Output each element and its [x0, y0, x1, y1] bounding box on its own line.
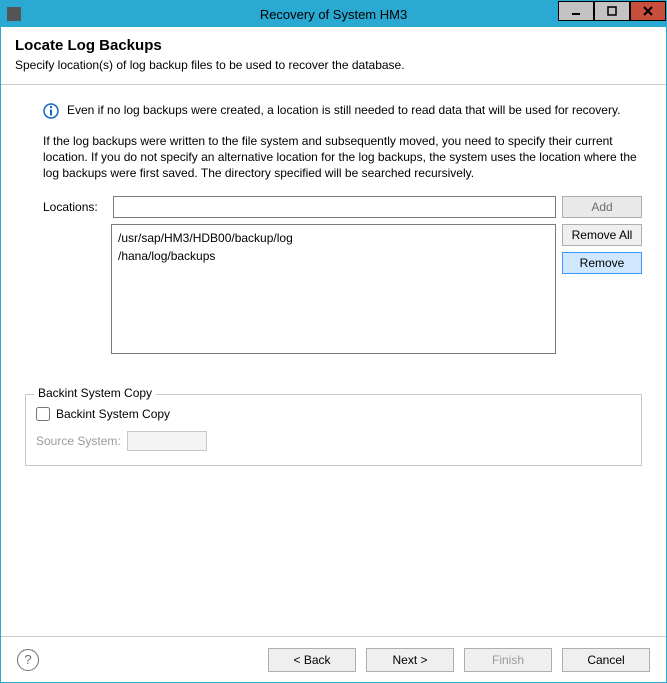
- next-button[interactable]: Next >: [366, 648, 454, 672]
- source-system-label: Source System:: [36, 434, 121, 448]
- titlebar[interactable]: Recovery of System HM3: [1, 1, 666, 27]
- explanation-text: If the log backups were written to the f…: [21, 133, 646, 182]
- minimize-button[interactable]: [558, 1, 594, 21]
- remove-all-button[interactable]: Remove All: [562, 224, 642, 246]
- locations-list-row: /usr/sap/HM3/HDB00/backup/log /hana/log/…: [21, 224, 646, 354]
- backint-legend: Backint System Copy: [34, 386, 156, 400]
- page-subtitle: Specify location(s) of log backup files …: [15, 58, 652, 72]
- app-icon: [7, 7, 21, 21]
- maximize-button[interactable]: [594, 1, 630, 21]
- backint-checkbox[interactable]: [36, 407, 50, 421]
- list-buttons: Remove All Remove: [562, 224, 642, 354]
- add-button[interactable]: Add: [562, 196, 642, 218]
- recovery-wizard-window: Recovery of System HM3 Locate Log Backup…: [0, 0, 667, 683]
- locations-list[interactable]: /usr/sap/HM3/HDB00/backup/log /hana/log/…: [111, 224, 556, 354]
- wizard-footer: ? < Back Next > Finish Cancel: [1, 636, 666, 682]
- locations-row: Locations: Add: [21, 196, 646, 218]
- finish-button: Finish: [464, 648, 552, 672]
- info-message: Even if no log backups were created, a l…: [21, 103, 646, 119]
- backint-checkbox-row: Backint System Copy: [36, 407, 631, 421]
- close-button[interactable]: [630, 1, 666, 21]
- help-icon[interactable]: ?: [17, 649, 39, 671]
- info-icon: [43, 103, 59, 119]
- wizard-body: Even if no log backups were created, a l…: [1, 85, 666, 636]
- remove-button[interactable]: Remove: [562, 252, 642, 274]
- info-text: Even if no log backups were created, a l…: [67, 103, 620, 117]
- page-title: Locate Log Backups: [15, 37, 652, 54]
- wizard-header: Locate Log Backups Specify location(s) o…: [1, 27, 666, 85]
- cancel-button[interactable]: Cancel: [562, 648, 650, 672]
- location-input[interactable]: [113, 196, 556, 218]
- locations-label: Locations:: [43, 200, 107, 214]
- source-system-input: [127, 431, 207, 451]
- source-system-row: Source System:: [36, 431, 631, 451]
- back-button[interactable]: < Back: [268, 648, 356, 672]
- list-item[interactable]: /usr/sap/HM3/HDB00/backup/log: [118, 229, 549, 247]
- backint-group: Backint System Copy Backint System Copy …: [25, 394, 642, 466]
- window-controls: [558, 1, 666, 27]
- list-item[interactable]: /hana/log/backups: [118, 247, 549, 265]
- backint-checkbox-label: Backint System Copy: [56, 407, 170, 421]
